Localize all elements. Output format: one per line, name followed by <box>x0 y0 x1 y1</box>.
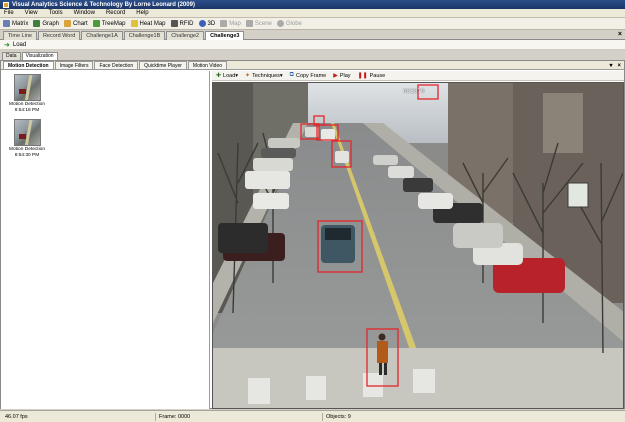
tab-visualization[interactable]: Visualization <box>21 51 58 60</box>
menu-window[interactable]: Window <box>74 10 95 16</box>
menu-record[interactable]: Record <box>106 10 125 16</box>
frame-counter-overlay: 002070 <box>403 88 425 95</box>
rfid-icon <box>170 20 178 27</box>
window-title: Visual Analytics Science & Technology By… <box>12 1 195 8</box>
load-bar: ➜ Load <box>0 40 625 50</box>
toolbar-3d-button[interactable]: 3D <box>198 20 216 27</box>
menu-help[interactable]: Help <box>136 10 148 16</box>
video-frame[interactable]: 002070 <box>212 82 624 409</box>
tab-challenge1a[interactable]: Challenge1A <box>81 30 123 40</box>
tab-image-filters[interactable]: Image Filters <box>54 61 94 69</box>
snapshot-time: 8:54:18 PM <box>14 107 40 113</box>
snapshot-thumbnail[interactable]: Motion Detection 8:54:18 PM <box>7 74 47 113</box>
video-toolbar: ✚ Load ▾ ✦ Techniques ▾ ⧉ Copy Frame ▶ Play ❚❚ Pa… <box>212 71 624 81</box>
snapshot-image <box>13 74 41 101</box>
toolbar-label: Graph <box>42 20 60 27</box>
toolbar-label: RFID <box>179 20 194 27</box>
load-arrow-icon: ➜ <box>4 41 10 49</box>
heat-map-icon <box>130 20 138 27</box>
panel-close-icon[interactable]: × <box>617 63 621 69</box>
map-icon <box>220 20 228 27</box>
load-icon: ✚ <box>216 73 222 79</box>
chevron-down-icon: ▾ <box>235 72 239 79</box>
fps-readout: 46.07 fps <box>5 414 28 420</box>
toolbar-label: TreeMap <box>101 20 126 27</box>
load-label: Load <box>12 41 27 48</box>
app-icon <box>3 1 9 8</box>
3d-icon <box>198 20 206 27</box>
close-document-icon[interactable]: × <box>618 31 622 38</box>
toolbar-label: Chart <box>73 20 88 27</box>
document-tabs: Time Line Record Word Challenge1A Challenge… <box>0 30 625 40</box>
snapshot-pane: Motion Detection 8:54:18 PM Motion Detecti… <box>1 71 210 409</box>
tab-motion-detection[interactable]: Motion Detection <box>3 61 54 69</box>
toolbar-label: Globe <box>285 20 302 27</box>
tab-challenge1b[interactable]: Challenge1B <box>123 30 166 40</box>
frame-readout: Frame: 0000 <box>155 413 320 421</box>
video-control-label: Pause <box>369 72 386 79</box>
matrix-icon <box>3 20 10 27</box>
graph-icon <box>33 20 41 27</box>
tab-challenge3[interactable]: Challenge3 <box>205 30 245 40</box>
toolbar-rfid-button[interactable]: RFID <box>170 20 194 27</box>
tab-record-word[interactable]: Record Word <box>37 30 81 40</box>
scene-icon <box>245 20 253 27</box>
chevron-down-icon: ▾ <box>279 72 283 79</box>
globe-icon <box>276 20 284 27</box>
objects-readout: Objects: 9 <box>322 413 622 421</box>
view-tabs: Data Visualization <box>0 51 625 60</box>
toolbar-globe-button[interactable]: Globe <box>276 20 302 27</box>
video-control-label: Load <box>223 72 236 79</box>
toolbar-treemap-button[interactable]: TreeMap <box>92 20 126 27</box>
panel-menu-icon[interactable]: ▾ <box>609 62 612 69</box>
snapshot-image <box>13 119 41 146</box>
toolbar-chart-button[interactable]: Chart <box>64 20 88 27</box>
snapshot-title: Motion Detection <box>9 147 45 152</box>
copy-frame-icon: ⧉ <box>289 72 294 78</box>
video-copy-frame-button[interactable]: ⧉ Copy Frame <box>290 72 327 79</box>
toolbar-label: Map <box>229 20 241 27</box>
tab-time-line[interactable]: Time Line <box>3 30 37 40</box>
title-bar: Visual Analytics Science & Technology By… <box>0 0 625 9</box>
main-toolbar: Matrix Graph Chart TreeMap Heat Map RFID 3D Map… <box>0 18 625 30</box>
street-scene <box>213 83 623 408</box>
chart-icon <box>64 20 72 27</box>
video-techniques-button[interactable]: ✦ Techniques ▾ <box>245 72 283 80</box>
tab-quicktime-player[interactable]: Quicktime Player <box>139 61 187 69</box>
toolbar-map-button[interactable]: Map <box>220 20 241 27</box>
toolbar-label: Scene <box>254 20 272 27</box>
menu-file[interactable]: File <box>4 10 14 16</box>
video-control-label: Copy Frame <box>295 72 327 79</box>
toolbar-heat-map-button[interactable]: Heat Map <box>130 20 166 27</box>
tab-face-detection[interactable]: Face Detection <box>94 61 139 69</box>
toolbar-label: 3D <box>207 20 216 27</box>
snapshot-title: Motion Detection <box>9 102 45 107</box>
video-play-button[interactable]: ▶ Play <box>333 72 351 80</box>
video-pause-button[interactable]: ❚❚ Pause <box>357 72 386 80</box>
status-bar: 46.07 fps Frame: 0000 Objects: 9 <box>0 410 625 422</box>
panel-controls: ▾ × <box>604 61 621 70</box>
snapshot-time: 8:54:30 PM <box>14 152 40 158</box>
snapshot-thumbnail[interactable]: Motion Detection 8:54:30 PM <box>7 119 47 158</box>
video-control-label: Play <box>339 72 351 79</box>
load-button[interactable]: ➜ Load <box>4 41 26 49</box>
toolbar-label: Heat Map <box>139 20 166 27</box>
pause-icon: ❚❚ <box>357 73 368 79</box>
play-icon: ▶ <box>333 73 338 79</box>
tab-motion-video[interactable]: Motion Video <box>187 61 228 69</box>
treemap-icon <box>92 20 100 27</box>
tab-data[interactable]: Data <box>2 51 21 60</box>
toolbar-graph-button[interactable]: Graph <box>33 20 59 27</box>
menu-bar: File View Tools Window Record Help <box>0 9 625 18</box>
video-control-label: Techniques <box>252 72 280 79</box>
toolbar-scene-button[interactable]: Scene <box>245 20 272 27</box>
menu-tools[interactable]: Tools <box>49 10 63 16</box>
toolbar-label: Matrix <box>12 20 29 27</box>
analysis-tabs: Motion Detection Image Filters Face Detect… <box>1 61 624 70</box>
tab-challenge2[interactable]: Challenge2 <box>166 30 205 40</box>
video-load-button[interactable]: ✚ Load ▾ <box>216 72 239 80</box>
menu-view[interactable]: View <box>25 10 38 16</box>
techniques-icon: ✦ <box>245 73 251 79</box>
toolbar-matrix-button[interactable]: Matrix <box>3 20 28 27</box>
